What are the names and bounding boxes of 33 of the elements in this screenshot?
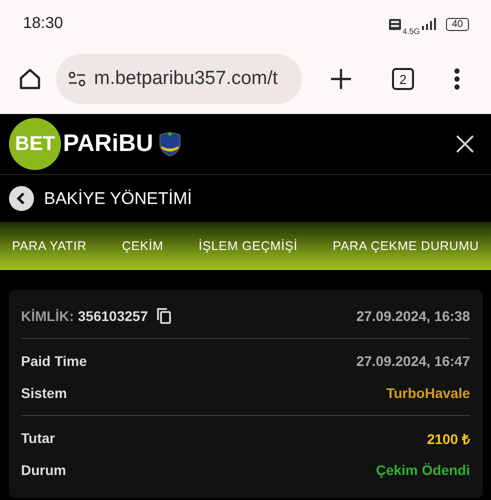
field-value: TurboHavale xyxy=(386,385,470,401)
nav-tab[interactable]: ÇEKİM xyxy=(122,239,164,253)
clock-time: 18:30 xyxy=(23,15,64,33)
field-value: 2100 ₺ xyxy=(426,430,470,448)
back-icon[interactable] xyxy=(9,186,34,211)
field-value: Çekim Ödendi xyxy=(376,462,470,478)
shield-icon xyxy=(159,131,182,157)
page-title: BAKİYE YÖNETİMİ xyxy=(44,188,192,208)
id-value: 356103257 xyxy=(78,308,148,324)
copy-icon[interactable] xyxy=(156,308,171,324)
close-icon[interactable] xyxy=(456,135,474,153)
logo-text: PARiBU xyxy=(63,130,154,158)
address-bar[interactable]: m.betparibu357.com/t xyxy=(56,54,302,104)
field-label: Tutar xyxy=(21,430,55,446)
field-label: Sistem xyxy=(21,385,67,401)
field-label: Durum xyxy=(21,462,66,478)
battery-level: 40 xyxy=(446,18,469,30)
created-date: 27.09.2024, 16:38 xyxy=(356,308,470,324)
nav-tab[interactable]: İŞLEM GEÇMİŞİ xyxy=(198,239,298,253)
field-label: Paid Time xyxy=(21,353,87,369)
logo-badge: BET xyxy=(9,118,61,170)
home-icon[interactable] xyxy=(18,67,42,91)
nav-tab[interactable]: PARA ÇEKME DURUMU xyxy=(332,239,479,253)
tab-count-button[interactable]: 2 xyxy=(392,68,414,90)
url-text: m.betparibu357.com/t xyxy=(94,68,278,90)
id-label: KİMLİK: xyxy=(21,308,74,324)
network-type: 4.5G xyxy=(402,26,420,36)
signal-icon xyxy=(422,18,438,30)
nav-tab[interactable]: PARA YATIR xyxy=(12,239,87,253)
menu-icon[interactable] xyxy=(454,68,460,90)
new-tab-icon[interactable] xyxy=(330,68,352,90)
site-settings-icon[interactable] xyxy=(68,71,86,87)
field-value: 27.09.2024, 16:47 xyxy=(356,353,470,369)
